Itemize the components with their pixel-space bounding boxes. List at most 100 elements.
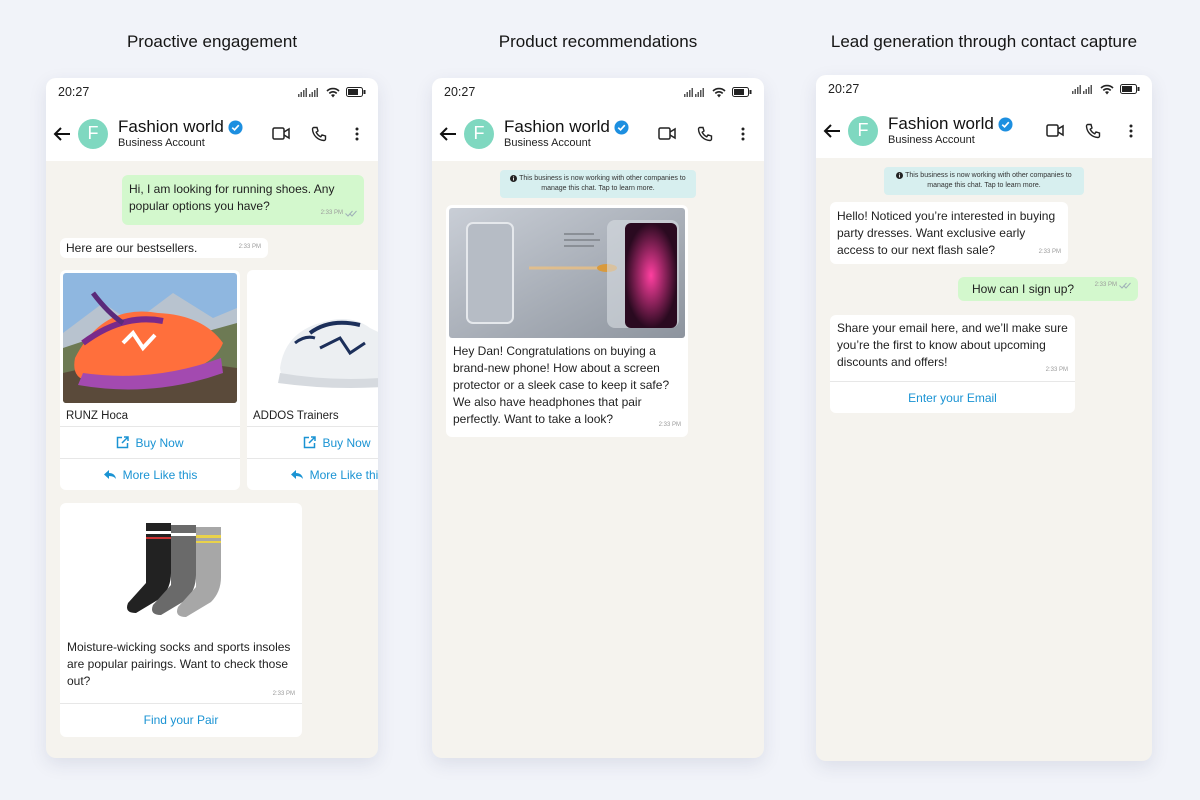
verified-badge-icon (998, 117, 1013, 132)
business-name: Fashion world (118, 117, 224, 137)
message-time: 2:33 PM (238, 244, 261, 250)
email-message: Share your email here, and we’ll make su… (830, 315, 1075, 381)
info-icon (510, 174, 518, 182)
status-bar: 20:27 (46, 78, 378, 106)
panel-title-proactive: Proactive engagement (126, 32, 298, 51)
avatar[interactable]: F (78, 118, 108, 149)
outgoing-message: Hi, I am looking for running shoes. Any … (122, 175, 364, 225)
signal-icon (684, 88, 704, 97)
email-capture-card: Share your email here, and we’ll make su… (830, 315, 1075, 413)
avatar[interactable]: F (848, 115, 878, 146)
phone-lead-generation: 20:27 F Fashion world Business Account T… (816, 75, 1152, 761)
product-card: RUNZ Hoca Buy Now More Like this (60, 270, 240, 490)
status-time: 20:27 (58, 85, 90, 99)
phone-call-icon[interactable] (308, 123, 330, 145)
message-time: 2:33 PM (1038, 249, 1061, 255)
message-time: 2:33 PM (1094, 282, 1117, 288)
wifi-icon (326, 87, 340, 97)
status-time: 20:27 (828, 82, 860, 96)
info-icon (896, 171, 904, 179)
message-text: Here are our bestsellers. (66, 241, 198, 255)
message-text: Share your email here, and we’ll make su… (837, 321, 1068, 369)
chat-header: F Fashion world Business Account (46, 106, 378, 161)
product-image-shoe[interactable] (63, 273, 237, 403)
business-name-row[interactable]: Fashion world (504, 117, 629, 137)
verified-badge-icon (614, 120, 629, 135)
double-check-icon (345, 210, 357, 217)
double-check-icon (1119, 282, 1131, 289)
message-time: 2:33 PM (658, 422, 681, 428)
socks-card: Moisture-wicking socks and sports insole… (60, 503, 302, 737)
business-name: Fashion world (504, 117, 610, 137)
message-time-row: 2:33 PM (321, 205, 357, 222)
business-name-row[interactable]: Fashion world (888, 114, 1013, 134)
phone-recommendations: 20:27 F Fashion world Business Account T… (432, 78, 764, 758)
battery-icon (732, 87, 752, 97)
battery-icon (1120, 84, 1140, 94)
message-time: 2:33 PM (320, 210, 343, 216)
more-like-this-label: More Like this (309, 467, 378, 482)
message-text: Hi, I am looking for running shoes. Any … (129, 182, 335, 213)
product-image-phone[interactable] (449, 208, 685, 338)
status-bar: 20:27 (432, 78, 764, 106)
more-options-icon[interactable] (1120, 120, 1142, 142)
video-call-icon[interactable] (1044, 120, 1066, 142)
avatar[interactable]: F (464, 118, 494, 149)
outgoing-message: How can I sign up? 2:33 PM (958, 277, 1138, 301)
message-text: Hello! Noticed you’re interested in buyi… (837, 209, 1056, 257)
product-image-trainer[interactable] (250, 273, 378, 403)
product-name: ADDOS Trainers (253, 410, 339, 422)
signal-icon (298, 88, 318, 97)
buy-now-button[interactable]: Buy Now (60, 426, 240, 458)
buy-now-label: Buy Now (135, 435, 184, 450)
back-arrow-icon[interactable] (52, 124, 72, 144)
reply-icon (290, 470, 303, 479)
panel-title-recommendations: Product recommendations (498, 32, 698, 51)
business-subtitle: Business Account (118, 136, 205, 149)
verified-badge-icon (228, 120, 243, 135)
more-options-icon[interactable] (732, 123, 754, 145)
panel-title-lead-generation: Lead generation through contact capture (830, 32, 1138, 51)
business-name-row[interactable]: Fashion world (118, 117, 243, 137)
find-your-pair-button[interactable]: Find your Pair (60, 703, 302, 735)
message-text: Hey Dan! Congratulations on buying a bra… (453, 344, 670, 426)
recommendation-card: Hey Dan! Congratulations on buying a bra… (446, 205, 688, 437)
status-time: 20:27 (444, 85, 476, 99)
video-call-icon[interactable] (270, 123, 292, 145)
message-time-row: 2:33 PM (1095, 277, 1131, 294)
chat-header: F Fashion world Business Account (432, 106, 764, 161)
business-notice[interactable]: This business is now working with other … (884, 167, 1084, 195)
phone-call-icon[interactable] (694, 123, 716, 145)
external-link-icon (304, 436, 317, 449)
message-time: 2:33 PM (272, 691, 295, 697)
enter-email-button[interactable]: Enter your Email (830, 381, 1075, 413)
more-like-this-button[interactable]: More Like this (60, 458, 240, 490)
incoming-message: Here are our bestsellers. 2:33 PM (60, 238, 268, 258)
message-text: How can I sign up? (972, 282, 1075, 296)
recommendation-message: Hey Dan! Congratulations on buying a bra… (446, 341, 688, 436)
back-arrow-icon[interactable] (438, 124, 458, 144)
video-call-icon[interactable] (656, 123, 678, 145)
chat-header: F Fashion world Business Account (816, 103, 1152, 158)
business-subtitle: Business Account (504, 136, 591, 149)
phone-call-icon[interactable] (1082, 120, 1104, 142)
wifi-icon (712, 87, 726, 97)
battery-icon (346, 87, 366, 97)
product-name: RUNZ Hoca (66, 410, 128, 422)
business-subtitle: Business Account (888, 133, 975, 146)
notice-text: This business is now working with other … (519, 175, 686, 192)
incoming-message: Hello! Noticed you’re interested in buyi… (830, 202, 1068, 264)
more-like-this-button[interactable]: More Like this (247, 458, 378, 490)
phone-proactive: 20:27 F Fashion world Business Account H… (46, 78, 378, 758)
message-time: 2:33 PM (1045, 367, 1068, 373)
product-image-socks[interactable] (60, 503, 302, 633)
buy-now-label: Buy Now (322, 435, 371, 450)
buy-now-button[interactable]: Buy Now (247, 426, 378, 458)
status-bar: 20:27 (816, 75, 1152, 103)
more-like-this-label: More Like this (122, 467, 198, 482)
message-text: Moisture-wicking socks and sports insole… (67, 640, 291, 688)
business-notice[interactable]: This business is now working with other … (500, 170, 696, 198)
back-arrow-icon[interactable] (822, 121, 842, 141)
more-options-icon[interactable] (346, 123, 368, 145)
socks-message: Moisture-wicking socks and sports insole… (60, 633, 302, 703)
